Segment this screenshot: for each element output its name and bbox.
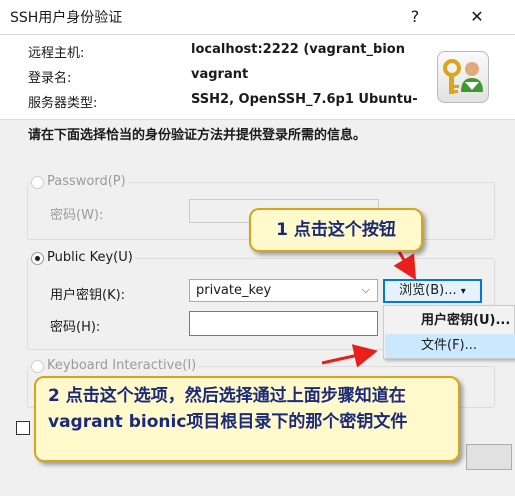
annotation-step2: 2 点击这个选项，然后选择通过上面步骤知道在vagrant bionic项目根目… [34,376,460,462]
arrow-to-browse-button [393,249,417,281]
arrow-to-file-item [321,344,378,368]
annotation-step1: 1 点击这个按钮 [249,208,423,252]
